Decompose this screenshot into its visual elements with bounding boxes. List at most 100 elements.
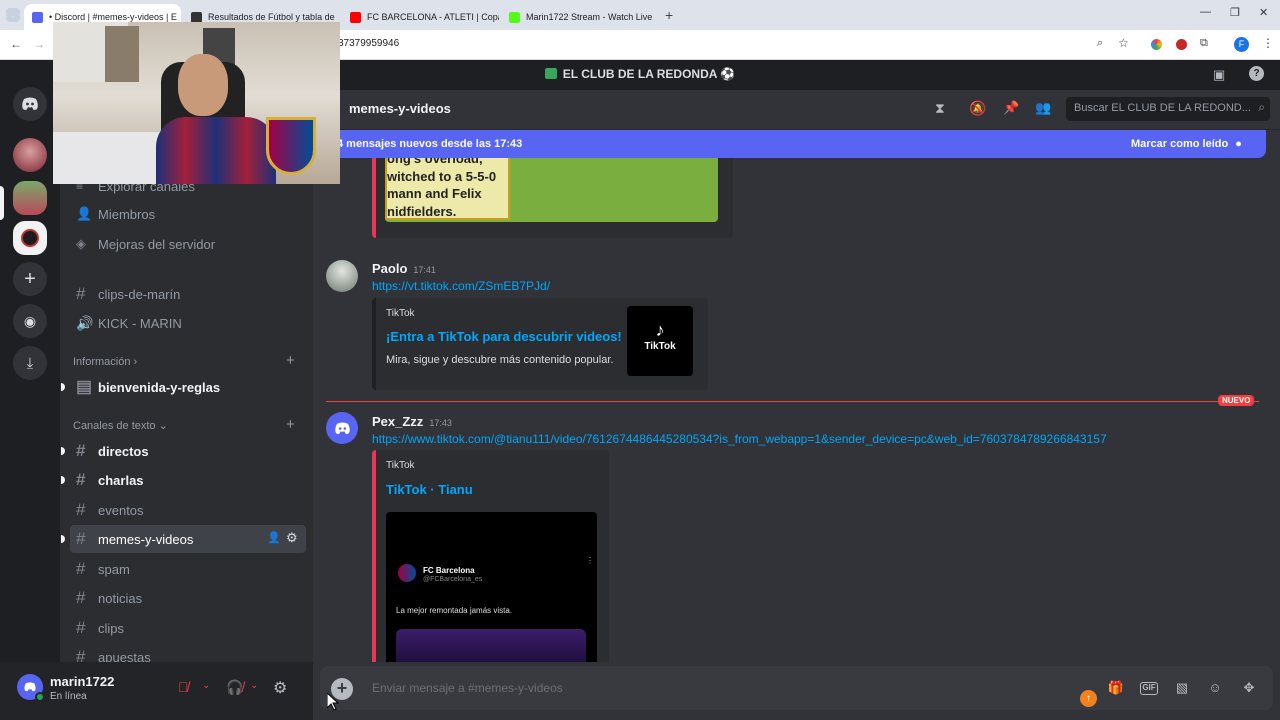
server-avatar[interactable] (13, 138, 47, 172)
chevron-down-icon[interactable]: ⌄ (250, 680, 258, 691)
add-channel-icon[interactable]: + (286, 352, 295, 369)
notifications-muted-icon[interactable]: 🔕 (969, 100, 986, 117)
channel-clips-de-marin[interactable]: # clips-de-marín (70, 280, 306, 308)
invite-icon[interactable]: 👤 (267, 531, 281, 544)
mic-muted-icon[interactable]: 🎙̸ (178, 679, 189, 695)
gif-icon[interactable]: GIF (1140, 682, 1158, 695)
channel-clips[interactable]: # clips (70, 614, 306, 642)
tab-kick[interactable]: Marin1722 Stream - Watch Live ✕ (501, 4, 658, 30)
video-thumbnail[interactable]: FC Barcelona @FCBarcelona_es ⋮ La mejor … (386, 512, 597, 662)
explore-servers-icon[interactable]: ◉ (13, 304, 47, 338)
back-icon[interactable]: ← (10, 37, 22, 51)
user-settings-icon[interactable]: ⚙ (273, 678, 287, 698)
download-icon[interactable]: ⤓ (13, 346, 47, 380)
video-embed: TikTok TikTok · Tianu FC Barcelona @FCBa… (372, 450, 609, 662)
server-boosts[interactable]: ◈ Mejoras del servidor (70, 230, 306, 258)
channel-eventos[interactable]: # eventos (70, 496, 306, 524)
puzzle-icon[interactable]: ⧉ (1200, 37, 1208, 50)
url-field[interactable]: 37379959946 (338, 38, 399, 49)
kick-favicon-icon (509, 11, 520, 23)
sticker-icon[interactable]: ▧ (1173, 680, 1191, 696)
boost-arrow-icon[interactable]: ↑ (1080, 690, 1097, 707)
help-icon[interactable]: ? (1249, 66, 1264, 81)
message-link[interactable]: https://vt.tiktok.com/ZSmEB7PJd/ (372, 279, 550, 293)
unread-dot (61, 383, 65, 391)
embed-title[interactable]: TikTok · Tianu (386, 482, 473, 497)
extension-icon[interactable] (1151, 39, 1162, 50)
members[interactable]: 👤 Miembros (70, 200, 306, 228)
settings-gear-icon[interactable]: ⚙ (286, 530, 298, 546)
new-tab-icon[interactable]: + (665, 7, 673, 23)
extension-icon[interactable] (1176, 39, 1187, 50)
unread-dot (61, 535, 65, 543)
server-avatar[interactable] (13, 221, 47, 255)
webcam-fcb-pillow (266, 117, 316, 175)
avatar[interactable] (326, 412, 358, 444)
message-input[interactable]: Enviar mensaje a #memes-y-videos (372, 681, 563, 695)
member-list-icon[interactable]: 👥 (1035, 100, 1051, 116)
embed-provider: TikTok (386, 460, 415, 471)
hash-icon: # (76, 588, 86, 607)
video-more-icon[interactable]: ⋮ (586, 556, 594, 565)
banner-text: 4 mensajes nuevos desde las 17:43 (337, 138, 523, 150)
category-canales-de-texto[interactable]: Canales de texto ⌄ (73, 419, 168, 432)
forward-icon[interactable]: → (33, 37, 45, 51)
add-channel-icon[interactable]: + (286, 416, 295, 433)
search-input[interactable]: Buscar EL CLUB DE LA REDOND... ⌕ (1066, 97, 1270, 121)
profile-avatar[interactable]: F (1234, 37, 1249, 52)
hash-icon: # (76, 647, 86, 662)
threads-icon[interactable]: ⧗ (935, 100, 945, 117)
inbox-icon[interactable]: ▣ (1213, 67, 1225, 83)
channel-noticias[interactable]: # noticias (70, 584, 306, 612)
chevron-down-icon[interactable]: ⌄ (202, 680, 210, 691)
gift-icon[interactable]: 🎁 (1107, 680, 1125, 696)
unread-dot (61, 476, 65, 484)
channel-bienvenida-y-reglas[interactable]: ▤ bienvenida-y-reglas (61, 373, 306, 401)
mark-read-icon: ● (1235, 138, 1242, 150)
tiktok-thumbnail[interactable]: ♪ TikTok (627, 306, 693, 376)
close-tab-icon[interactable]: ✕ (652, 11, 658, 24)
emoji-icon[interactable]: ☺ (1206, 680, 1224, 696)
embed-description: Mira, sigue y descubre más contenido pop… (386, 354, 614, 366)
mark-as-read-button[interactable]: Marcar como leído ● (1131, 138, 1242, 150)
menu-kebab-icon[interactable]: ⋮ (1262, 36, 1274, 50)
add-server-icon[interactable]: + (13, 262, 47, 296)
restore-icon[interactable]: ❐ (1230, 6, 1240, 19)
message-link[interactable]: https://www.tiktok.com/@tianu111/video/7… (372, 432, 1107, 446)
category-informacion[interactable]: Información › (73, 356, 137, 368)
server-club-de-la-redonda[interactable] (13, 181, 47, 215)
channel-charlas[interactable]: # charlas (61, 466, 306, 494)
deafened-icon[interactable]: 🎧̸ (226, 679, 243, 696)
author-name[interactable]: Paolo (372, 261, 407, 276)
new-messages-banner[interactable]: 4 mensajes nuevos desde las 17:43 Marcar… (313, 130, 1266, 158)
voice-channel-kick-marin[interactable]: 🔊 KICK - MARIN (70, 309, 306, 337)
hash-icon: # (76, 618, 86, 637)
hash-icon: # (76, 284, 86, 303)
channel-spam[interactable]: # spam (70, 555, 306, 583)
tab-title: FC BARCELONA - ATLETI | Copa (367, 12, 499, 22)
online-status-icon (35, 692, 45, 702)
tab-youtube[interactable]: FC BARCELONA - ATLETI | Copa ✕ (342, 4, 499, 30)
message-composer: + Enviar mensaje a #memes-y-videos ↑ 🎁 G… (320, 666, 1273, 710)
username: marin1722 (50, 674, 115, 689)
hash-icon: # (76, 559, 86, 578)
tiktok-logo-icon: ♪ (655, 320, 665, 340)
apps-icon[interactable]: ✥ (1240, 680, 1258, 696)
window-close-icon[interactable]: ✕ (1259, 6, 1268, 19)
webcam-face (178, 54, 228, 116)
fcb-avatar (398, 564, 416, 582)
author-name[interactable]: Pex_Zzz (372, 414, 423, 429)
zoom-icon[interactable]: ⌕ (1097, 37, 1103, 50)
discord-favicon-icon (32, 11, 43, 23)
channel-directos[interactable]: # directos (61, 437, 306, 465)
avatar[interactable] (326, 260, 358, 292)
discord-home-icon[interactable] (13, 87, 47, 121)
pinned-messages-icon[interactable]: 📌 (1003, 100, 1019, 116)
tab-search-icon[interactable]: ⌄ (6, 8, 20, 22)
channel-apuestas[interactable]: # apuestas (70, 643, 306, 662)
minimize-icon[interactable]: — (1200, 6, 1211, 18)
channel-memes-y-videos[interactable]: # memes-y-videos 👤 ⚙ (61, 525, 306, 553)
embed-title[interactable]: ¡Entra a TikTok para descubrir videos! (386, 329, 622, 344)
youtube-favicon-icon (350, 11, 361, 23)
bookmark-star-icon[interactable]: ☆ (1118, 36, 1129, 50)
